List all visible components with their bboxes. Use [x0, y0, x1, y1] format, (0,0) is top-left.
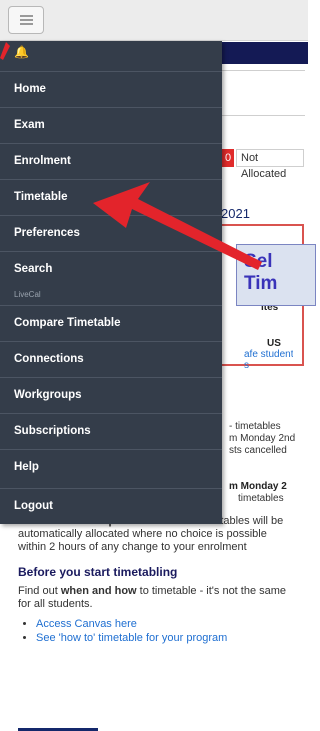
callout-text: Sel Tim — [244, 251, 278, 294]
text-fragment: s — [244, 360, 249, 371]
menu-item-search[interactable]: Search — [0, 251, 222, 287]
hamburger-menu-button[interactable] — [8, 6, 44, 34]
list-item: See 'how to' timetable for your program — [36, 631, 298, 645]
menu-item-label: Subscriptions — [14, 425, 91, 437]
timetable-info: Certificate and Diploma students: Timeta… — [18, 515, 298, 645]
instruction-callout: Sel Tim — [236, 244, 316, 306]
menu-item-label: Enrolment — [14, 155, 71, 167]
before-heading: Before you start timetabling — [18, 565, 178, 579]
menu-item-label: Compare Timetable — [14, 317, 121, 329]
hamburger-line — [20, 15, 33, 17]
menu-item-label: Workgroups — [14, 389, 82, 401]
canvas-link[interactable]: Access Canvas here — [36, 618, 137, 630]
year-heading: 2021 — [221, 206, 250, 221]
top-bar — [0, 0, 308, 41]
menu-item-workgroups[interactable]: Workgroups — [0, 377, 222, 413]
menu-item-subscriptions[interactable]: Subscriptions — [0, 413, 222, 449]
menu-item-label: Connections — [14, 353, 84, 365]
bell-icon[interactable]: 🔔 — [14, 45, 29, 59]
menu-item-label: Preferences — [14, 227, 80, 239]
text-fragment: sts cancelled — [229, 445, 287, 456]
text-fragment: - timetables — [229, 421, 281, 432]
menu-item-enrolment[interactable]: Enrolment — [0, 143, 222, 179]
livecal-section-label: LiveCal — [14, 290, 41, 299]
before-text-bold: when and how — [60, 585, 137, 597]
menu-item-label: Help — [14, 461, 39, 473]
menu-item-label: Timetable — [14, 191, 68, 203]
menu-item-preferences[interactable]: Preferences — [0, 215, 222, 251]
allocation-count-badge: 0 — [222, 149, 234, 167]
how-to-link[interactable]: See 'how to' timetable for your program — [36, 632, 227, 644]
dropdown-menu: 🔔 Home Exam Enrolment Timetable Preferen… — [0, 41, 222, 524]
safe-student-link[interactable]: afe student — [244, 349, 293, 361]
menu-item-label: Exam — [14, 119, 45, 131]
before-text: Find out — [18, 585, 61, 597]
link-list: Access Canvas here See 'how to' timetabl… — [18, 617, 298, 645]
list-item: Access Canvas here — [36, 617, 298, 631]
menu-item-label: Search — [14, 263, 53, 275]
hamburger-line — [20, 19, 33, 21]
allocation-status-label: Not Allocated — [236, 149, 304, 180]
text-fragment: m Monday 2nd — [229, 433, 296, 444]
menu-item-connections[interactable]: Connections — [0, 341, 222, 377]
text-fragment: m Monday 2 — [229, 481, 287, 492]
menu-item-label: Home — [14, 83, 46, 95]
menu-item-exam[interactable]: Exam — [0, 107, 222, 143]
before-paragraph: Find out when and how to timetable - it'… — [18, 585, 298, 611]
menu-item-home[interactable]: Home — [0, 71, 222, 107]
menu-item-logout[interactable]: Logout — [0, 488, 222, 524]
menu-item-label: Logout — [14, 500, 53, 512]
menu-item-timetable[interactable]: Timetable — [0, 179, 222, 215]
menu-item-help[interactable]: Help — [0, 449, 222, 485]
menu-item-compare-timetable[interactable]: Compare Timetable — [0, 305, 222, 341]
hamburger-line — [20, 23, 33, 25]
text-fragment: timetables — [238, 493, 284, 504]
